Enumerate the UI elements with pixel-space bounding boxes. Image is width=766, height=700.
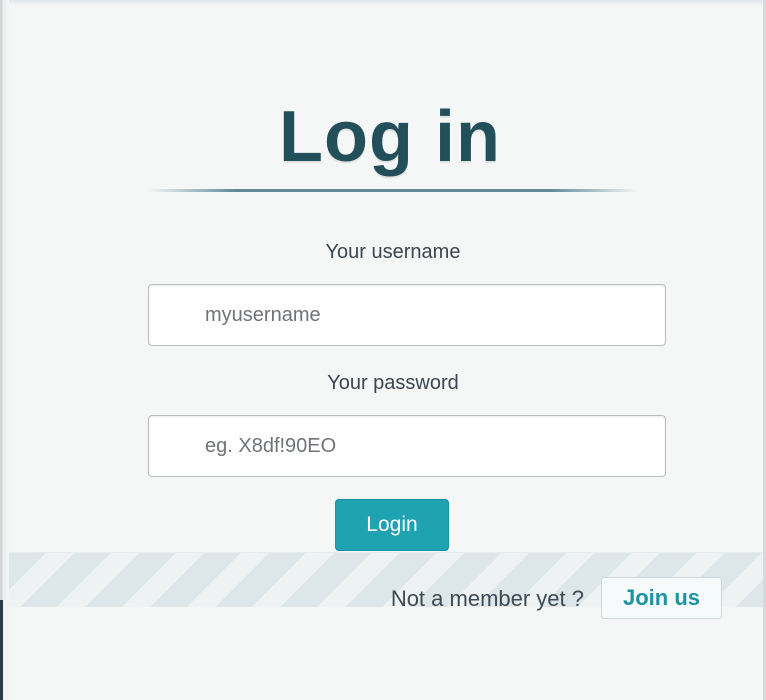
window-left-edge [0, 0, 9, 700]
title-divider [148, 189, 638, 192]
login-button[interactable]: Login [335, 499, 449, 551]
login-page: Log in Your username Your password Login… [0, 0, 766, 700]
password-label: Your password [327, 372, 459, 394]
window-top-edge [0, 0, 766, 6]
signup-prompt: Not a member yet ? [390, 586, 584, 611]
password-input[interactable] [148, 415, 666, 477]
page-title: Log in [279, 97, 501, 177]
username-input[interactable] [148, 284, 666, 346]
window-left-dark-edge [0, 600, 3, 700]
username-label: Your username [325, 241, 461, 263]
join-us-button[interactable]: Join us [601, 577, 722, 619]
